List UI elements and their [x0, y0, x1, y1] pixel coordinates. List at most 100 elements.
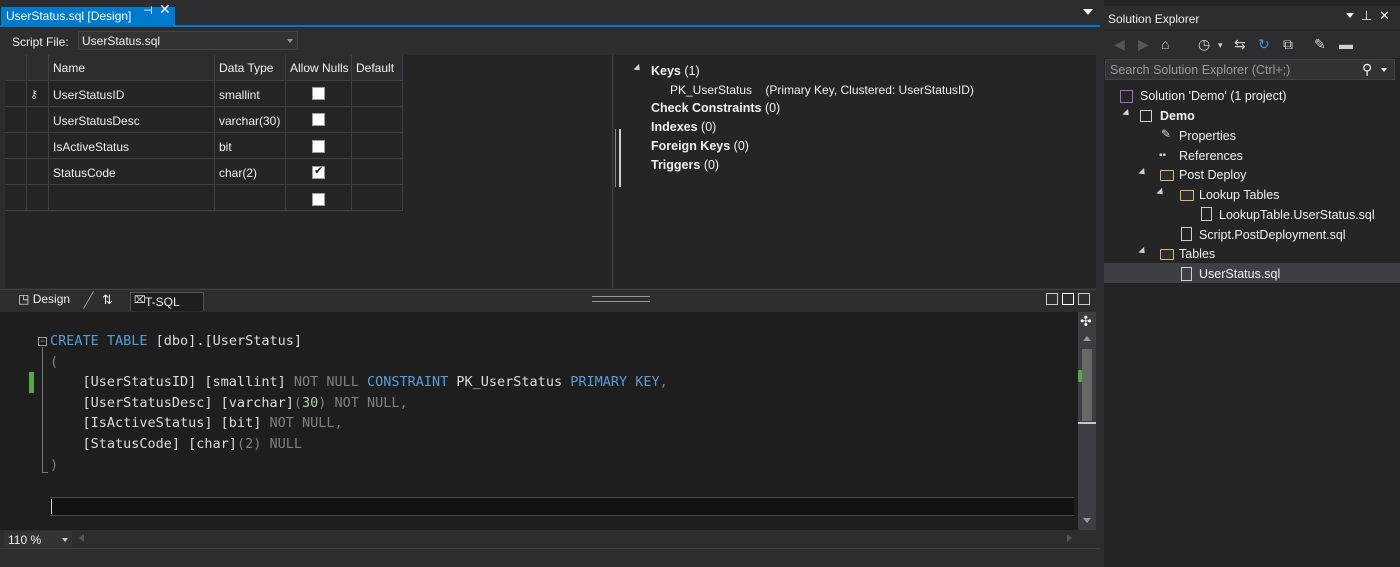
tree-item-lookuptable-userstatus[interactable]: LookupTable.UserStatus.sql [1219, 208, 1375, 222]
scroll-down-icon[interactable] [1083, 518, 1091, 523]
check-constraints-section[interactable]: Check Constraints (0) [651, 101, 780, 115]
home-icon[interactable]: ⌂ [1161, 36, 1169, 52]
cell-default[interactable] [352, 133, 403, 159]
cell-name[interactable]: UserStatusDesc [49, 107, 215, 133]
properties-icon[interactable]: ✎ [1314, 36, 1326, 53]
horizontal-split-icon[interactable] [1062, 293, 1074, 305]
sql-file-icon [1181, 267, 1192, 281]
solution-search-input[interactable]: Search Solution Explorer (Ctrl+;) [1105, 59, 1395, 80]
pane-divider-bar [615, 129, 616, 187]
cell-default[interactable] [352, 159, 403, 185]
close-icon[interactable]: ✕ [159, 1, 171, 18]
collapse-all-icon[interactable]: ⧉ [1283, 36, 1293, 53]
folder-open-icon [1160, 170, 1174, 181]
forward-icon[interactable]: ▶ [1138, 36, 1149, 53]
chevron-down-icon[interactable]: ▾ [1218, 40, 1223, 51]
cell-default[interactable] [352, 81, 403, 107]
allow-nulls-checkbox[interactable] [312, 140, 325, 153]
back-icon[interactable]: ◀ [1114, 36, 1125, 53]
split-window-icon[interactable]: ✣ [1080, 313, 1092, 330]
cell-name[interactable]: StatusCode [49, 159, 215, 185]
tree-item-lookup-tables[interactable]: Lookup Tables [1199, 188, 1279, 202]
tab-overflow-dropdown-icon[interactable] [1083, 9, 1093, 15]
row-key-cell [27, 133, 49, 159]
scroll-right-icon[interactable] [1067, 534, 1072, 542]
vertical-split-icon[interactable] [1046, 293, 1058, 305]
pending-changes-icon[interactable]: ◷ [1198, 36, 1210, 53]
tree-item-post-deploy[interactable]: Post Deploy [1179, 168, 1246, 182]
search-icon[interactable]: ⚲ [1362, 61, 1372, 78]
scrollbar-caret-marker [1078, 422, 1096, 424]
tab-tsql[interactable]: ⌧ T-SQL [130, 292, 204, 311]
column-header-default[interactable]: Default [352, 55, 403, 81]
primary-key-item[interactable]: PK_UserStatus (Primary Key, Clustered: U… [670, 83, 974, 97]
collapse-pane-icon[interactable] [1078, 293, 1090, 305]
triggers-section[interactable]: Triggers (0) [651, 158, 719, 172]
cell-data-type[interactable]: bit [215, 133, 286, 159]
allow-nulls-checkbox-checked[interactable] [312, 164, 325, 179]
refresh-icon[interactable]: ↻ [1258, 36, 1270, 53]
script-file-label: Script File: [12, 35, 69, 49]
tree-item-project[interactable]: Demo [1160, 109, 1195, 123]
allow-nulls-checkbox[interactable] [312, 193, 325, 206]
tree-item-script-postdeployment[interactable]: Script.PostDeployment.sql [1199, 228, 1346, 242]
keys-section[interactable]: Keys (1) [651, 64, 700, 78]
cell-data-type[interactable]: smallint [215, 81, 286, 107]
indexes-section[interactable]: Indexes (0) [651, 120, 716, 134]
splitter-grip[interactable] [592, 296, 650, 302]
row-selector[interactable] [5, 133, 27, 159]
grid-corner [5, 55, 27, 81]
swap-panes-button[interactable]: ⇅ [102, 292, 113, 308]
code-line-7: ) [50, 457, 59, 473]
document-tab-title: UserStatus.sql [Design] [6, 9, 132, 23]
cell-name[interactable]: IsActiveStatus [49, 133, 215, 159]
cell-data-type[interactable]: char(2) [215, 159, 286, 185]
allow-nulls-checkbox[interactable] [312, 87, 325, 100]
scroll-left-icon[interactable] [79, 534, 84, 542]
tree-item-properties[interactable]: Properties [1179, 129, 1236, 143]
tree-item-solution[interactable]: Solution 'Demo' (1 project) [1140, 89, 1287, 103]
scroll-up-icon[interactable] [1083, 336, 1091, 341]
close-icon[interactable]: ✕ [1379, 8, 1390, 24]
cell-data-type-new[interactable] [215, 185, 286, 211]
scrollbar-thumb[interactable] [1082, 349, 1092, 421]
editor-vertical-scrollbar[interactable] [1078, 312, 1096, 530]
tree-item-references[interactable]: References [1179, 149, 1243, 163]
row-key-cell [27, 159, 49, 185]
editor-horizontal-scrollbar[interactable] [74, 532, 1078, 545]
row-selector[interactable] [5, 159, 27, 185]
column-header-name[interactable]: Name [49, 55, 215, 81]
tree-item-tables[interactable]: Tables [1179, 247, 1215, 261]
chevron-down-icon[interactable] [1381, 68, 1387, 72]
solution-explorer-panel [1100, 0, 1400, 567]
row-key-cell [27, 107, 49, 133]
sync-icon[interactable]: ⇆ [1234, 36, 1246, 53]
cell-name-new[interactable] [49, 185, 215, 211]
tree-item-userstatus-sql[interactable]: UserStatus.sql [1199, 267, 1280, 281]
window-menu-icon[interactable] [1346, 13, 1354, 18]
cell-default[interactable] [352, 107, 403, 133]
cell-data-type[interactable]: varchar(30) [215, 107, 286, 133]
pin-icon[interactable]: ⊥ [1361, 8, 1372, 24]
fold-guide-end [42, 472, 48, 473]
pin-icon[interactable]: ⊣ [143, 4, 153, 17]
script-file-combo[interactable]: UserStatus.sql [78, 31, 298, 50]
cell-default[interactable] [352, 185, 403, 211]
chevron-down-icon[interactable] [287, 39, 293, 43]
tsql-icon: ⌧ [134, 295, 146, 306]
row-selector[interactable] [5, 107, 27, 133]
collapse-region-icon[interactable]: − [38, 337, 47, 346]
foreign-keys-section[interactable]: Foreign Keys (0) [651, 139, 749, 153]
code-line-2: ( [50, 354, 59, 370]
row-selector[interactable] [5, 81, 27, 107]
allow-nulls-checkbox[interactable] [312, 113, 325, 126]
column-header-allow-nulls[interactable]: Allow Nulls [286, 55, 352, 81]
preview-icon[interactable]: ▬ [1339, 36, 1353, 52]
tab-design[interactable]: ◳ Design [18, 292, 70, 306]
cell-name[interactable]: UserStatusID [49, 81, 215, 107]
column-header-data-type[interactable]: Data Type [215, 55, 286, 81]
code-line-4: [UserStatusDesc] [varchar](30) NOT NULL, [50, 395, 408, 411]
key-icon: ⚷ [30, 89, 39, 101]
row-selector[interactable] [5, 185, 27, 211]
zoom-combo[interactable]: 110 % [4, 531, 72, 547]
